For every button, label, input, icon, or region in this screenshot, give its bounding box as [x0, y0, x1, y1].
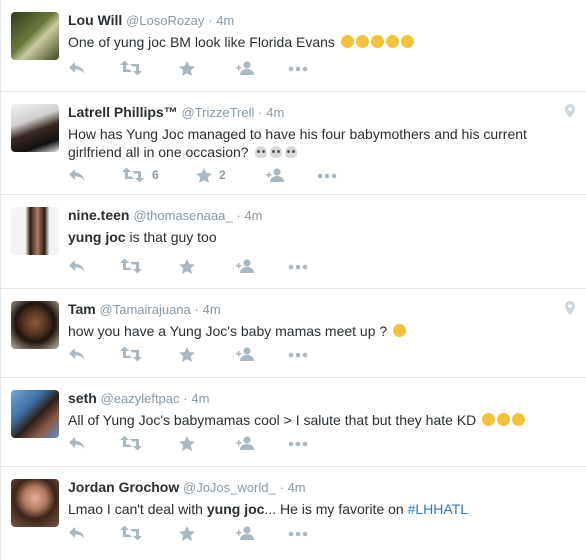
separator-dot: ·	[183, 391, 188, 406]
face-with-tears-of-joy-icon	[512, 413, 526, 426]
avatar[interactable]	[11, 390, 59, 438]
tweet-header: Latrell Phillips™ @TrizzeTrell · 4m	[68, 104, 284, 120]
separator-dot: ·	[208, 13, 213, 28]
tweet-text: yung joc is that guy too	[68, 228, 548, 246]
favorite-count: 2	[219, 168, 226, 182]
separator-dot: ·	[194, 302, 199, 317]
tweet-text: How has Yung Joc managed to have his fou…	[68, 125, 548, 161]
tweet-text-part: how you have a Yung Joc's baby mamas mee…	[68, 323, 388, 339]
author-name[interactable]: seth	[68, 390, 97, 406]
tweet-text-part: All of Yung Joc's babymamas cool > I sal…	[68, 412, 477, 428]
author-name[interactable]: Tam	[68, 301, 96, 317]
separator-dot: ·	[258, 105, 263, 120]
tweet-header: Jordan Grochow @JoJos_world_ · 4m	[68, 479, 306, 495]
tweet-header: nine.teen @thomasenaaa_ · 4m	[68, 207, 263, 223]
author-name[interactable]: Latrell Phillips™	[68, 104, 178, 120]
tweet-text: All of Yung Joc's babymamas cool > I sal…	[68, 411, 548, 429]
face-with-tears-of-joy-icon	[497, 413, 511, 426]
tweet-text: how you have a Yung Joc's baby mamas mee…	[68, 322, 548, 340]
tweet-text-part: Lmao I can't deal with	[68, 501, 207, 517]
author-handle[interactable]: @Tamairajuana	[100, 302, 191, 317]
location-pin-icon[interactable]	[565, 104, 575, 123]
timestamp[interactable]: 4m	[216, 13, 234, 28]
tweet-text: One of yung joc BM look like Florida Eva…	[68, 33, 548, 51]
tweet-header: Tam @Tamairajuana · 4m	[68, 301, 221, 317]
face-with-tears-of-joy-icon	[393, 324, 407, 337]
avatar[interactable]	[11, 12, 59, 60]
skull-icon	[255, 146, 268, 158]
face-with-tears-of-joy-icon	[400, 35, 414, 48]
face-with-tears-of-joy-icon	[370, 35, 384, 48]
skull-icon	[270, 146, 283, 158]
separator-dot: ·	[236, 208, 241, 223]
tweet-text-part: is that guy too	[125, 229, 217, 245]
timestamp[interactable]: 4m	[266, 105, 284, 120]
face-with-tears-of-joy-icon	[340, 35, 354, 48]
author-handle[interactable]: @LosoRozay	[126, 13, 204, 28]
author-handle[interactable]: @thomasenaaa_	[133, 208, 232, 223]
timestamp[interactable]: 4m	[288, 480, 306, 495]
timestamp[interactable]: 4m	[244, 208, 262, 223]
tweet[interactable]: Jordan Grochow @JoJos_world_ · 4m Lmao I…	[1, 467, 586, 560]
timestamp[interactable]: 4m	[203, 302, 221, 317]
tweet-text-part: One of yung joc BM look like Florida Eva…	[68, 34, 335, 50]
face-with-tears-of-joy-icon	[355, 35, 369, 48]
author-handle[interactable]: @JoJos_world_	[183, 480, 276, 495]
avatar[interactable]	[11, 479, 59, 527]
tweet[interactable]: Tam @Tamairajuana · 4m how you have a Yu…	[1, 289, 586, 378]
tweet-text-part: ... He is my favorite on	[264, 501, 408, 517]
tweet-text-bold: yung joc	[68, 229, 126, 245]
author-handle[interactable]: @eazyleftpac	[101, 391, 180, 406]
hashtag-link[interactable]: #LHHATL	[408, 501, 468, 517]
author-handle[interactable]: @TrizzeTrell	[181, 105, 254, 120]
tweet-header: Lou Will @LosoRozay · 4m	[68, 12, 234, 28]
location-pin-icon[interactable]	[565, 301, 575, 320]
face-with-tears-of-joy-icon	[482, 413, 496, 426]
retweet-count: 6	[152, 168, 159, 182]
avatar[interactable]	[11, 104, 59, 152]
timestamp[interactable]: 4m	[191, 391, 209, 406]
tweet[interactable]: Lou Will @LosoRozay · 4m One of yung joc…	[1, 0, 586, 92]
tweet-text: Lmao I can't deal with yung joc... He is…	[68, 500, 548, 518]
tweet[interactable]: Latrell Phillips™ @TrizzeTrell · 4m How …	[1, 92, 586, 195]
author-name[interactable]: nine.teen	[68, 207, 133, 223]
tweet[interactable]: nine.teen @thomasenaaa_ · 4m yung joc is…	[1, 195, 586, 289]
skull-icon	[285, 146, 298, 158]
avatar[interactable]	[11, 207, 59, 255]
tweet-text-bold: yung joc	[206, 501, 265, 517]
tweet-feed: Lou Will @LosoRozay · 4m One of yung joc…	[0, 0, 586, 560]
tweet[interactable]: seth @eazyleftpac · 4m All of Yung Joc's…	[1, 378, 586, 467]
avatar[interactable]	[11, 301, 59, 349]
author-name[interactable]: Lou Will	[68, 12, 122, 28]
face-with-tears-of-joy-icon	[385, 35, 399, 48]
tweet-header: seth @eazyleftpac · 4m	[68, 390, 209, 406]
separator-dot: ·	[279, 480, 284, 495]
author-name[interactable]: Jordan Grochow	[68, 479, 179, 495]
tweet-text-part: How has Yung Joc managed to have his fou…	[68, 126, 527, 160]
